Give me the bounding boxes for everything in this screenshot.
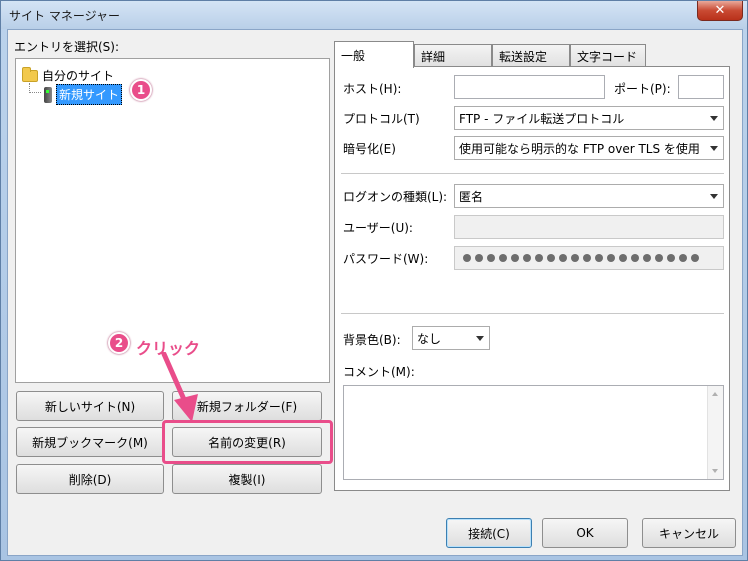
logon-type-select[interactable]: 匿名 [454, 184, 724, 208]
delete-button[interactable]: 削除(D) [16, 464, 164, 494]
chevron-down-icon [710, 146, 718, 151]
site-manager-window: サイト マネージャー ✕ エントリを選択(S): 自分のサイト 新規サイト 1 … [0, 0, 748, 561]
chevron-down-icon [476, 336, 484, 341]
chevron-down-icon [710, 116, 718, 121]
password-mask [463, 254, 699, 262]
tree-site-label[interactable]: 新規サイト [56, 84, 123, 105]
folder-icon [22, 66, 38, 82]
encryption-value: 使用可能なら明示的な FTP over TLS を使用 [459, 141, 700, 156]
user-input [454, 215, 724, 239]
logon-type-label: ログオンの種類(L): [343, 190, 448, 204]
bg-color-select[interactable]: なし [412, 326, 490, 350]
port-input[interactable] [678, 75, 724, 99]
chevron-down-icon [710, 194, 718, 199]
protocol-value: FTP - ファイル転送プロトコル [459, 111, 625, 126]
tab-advanced[interactable]: 詳細 [414, 44, 492, 67]
divider [341, 313, 724, 314]
tab-charset[interactable]: 文字コード [570, 44, 646, 67]
scroll-up-icon[interactable] [712, 392, 718, 396]
copy-button[interactable]: 複製(I) [172, 464, 322, 494]
encryption-label: 暗号化(E) [343, 142, 396, 156]
tree-item-new-site[interactable]: 新規サイト [44, 84, 123, 105]
connect-button[interactable]: 接続(C) [446, 518, 532, 548]
general-panel: ホスト(H): ポート(P): プロトコル(T) FTP - ファイル転送プロト… [334, 66, 730, 491]
password-input [454, 246, 724, 270]
tree-connector [29, 83, 41, 93]
bg-color-label: 背景色(B): [343, 333, 401, 347]
comment-scrollbar[interactable] [707, 386, 723, 479]
comment-label: コメント(M): [343, 365, 415, 379]
host-input[interactable] [454, 75, 605, 99]
window-title: サイト マネージャー [9, 9, 120, 23]
port-label: ポート(P): [614, 82, 671, 96]
dialog-client: エントリを選択(S): 自分のサイト 新規サイト 1 新しいサイト(N) 新規フ… [7, 29, 743, 556]
server-icon [44, 86, 52, 103]
title-bar[interactable]: サイト マネージャー ✕ [1, 1, 747, 29]
step-badge-1: 1 [130, 79, 152, 101]
scroll-down-icon[interactable] [712, 469, 718, 473]
new-site-button[interactable]: 新しいサイト(N) [16, 391, 164, 421]
tab-transfer-settings[interactable]: 転送設定 [492, 44, 570, 67]
comment-textarea[interactable] [343, 385, 724, 480]
close-button[interactable]: ✕ [697, 1, 743, 21]
user-label: ユーザー(U): [343, 221, 413, 235]
tree-folder-label: 自分のサイト [42, 69, 115, 83]
bg-color-value: なし [417, 331, 442, 346]
password-label: パスワード(W): [343, 252, 429, 266]
encryption-select[interactable]: 使用可能なら明示的な FTP over TLS を使用 [454, 136, 724, 160]
select-entry-label: エントリを選択(S): [14, 40, 120, 54]
step-badge-2: 2 [108, 332, 130, 354]
ok-button[interactable]: OK [542, 518, 628, 548]
protocol-label: プロトコル(T) [343, 112, 420, 126]
logon-type-value: 匿名 [459, 189, 484, 204]
pointer-arrow [161, 352, 198, 422]
cancel-button[interactable]: キャンセル [642, 518, 736, 548]
protocol-select[interactable]: FTP - ファイル転送プロトコル [454, 106, 724, 130]
host-label: ホスト(H): [343, 82, 402, 96]
new-bookmark-button[interactable]: 新規ブックマーク(M) [16, 427, 164, 457]
divider [341, 173, 724, 174]
tree-item-my-sites[interactable]: 自分のサイト [22, 66, 115, 84]
tab-general[interactable]: 一般 [334, 41, 414, 68]
